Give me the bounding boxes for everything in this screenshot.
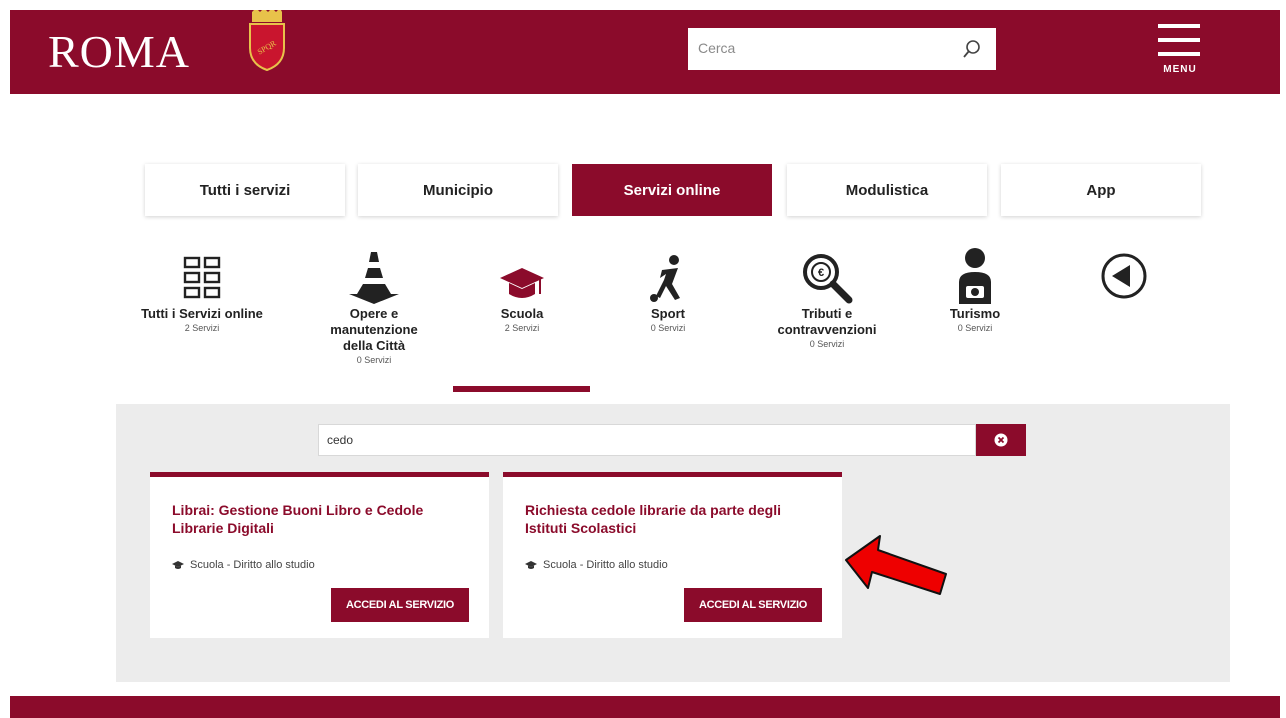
runner-icon [650, 255, 680, 302]
graduation-cap-icon [500, 268, 544, 298]
svg-text:€: € [818, 267, 824, 279]
category-count: 0 Servizi [356, 355, 392, 365]
site-footer [10, 696, 1280, 718]
selected-category-indicator [453, 386, 590, 392]
clear-filter-button[interactable] [976, 424, 1026, 456]
category-tributi[interactable]: € Tributi e contravvenzioni 0 Servizi [752, 246, 902, 349]
result-card: Librai: Gestione Buoni Libro e Cedole Li… [150, 472, 489, 638]
tab-servizi-online[interactable]: Servizi online [572, 164, 772, 216]
category-count: 0 Servizi [957, 323, 993, 333]
hamburger-icon [1158, 24, 1200, 28]
category-turismo[interactable]: Turismo 0 Servizi [905, 246, 1045, 333]
result-title[interactable]: Librai: Gestione Buoni Libro e Cedole Li… [172, 501, 472, 537]
category-label: Sport [651, 306, 685, 321]
accedi-al-servizio-button[interactable]: ACCEDI AL SERVIZIO [331, 588, 469, 622]
category-label: Tributi e contravvenzioni [777, 306, 877, 337]
category-tutti-servizi-online[interactable]: Tutti i Servizi online 2 Servizi [132, 246, 272, 333]
graduation-cap-icon [525, 560, 537, 569]
result-category: Scuola - Diritto allo studio [543, 559, 668, 571]
category-count: 0 Servizi [809, 339, 845, 349]
menu-button[interactable]: MENU [1158, 22, 1202, 78]
category-label: Scuola [500, 306, 544, 321]
filter-input[interactable] [319, 425, 975, 455]
category-label: Tutti i Servizi online [141, 306, 263, 321]
result-title[interactable]: Richiesta cedole librarie da parte degli… [525, 501, 825, 537]
graduation-cap-icon [172, 560, 184, 569]
tourist-camera-icon [959, 248, 991, 304]
category-label: Opere e manutenzione della Città [330, 306, 418, 353]
menu-label: MENU [1163, 64, 1197, 75]
category-scuola[interactable]: Scuola 2 Servizi [452, 246, 592, 333]
result-category: Scuola - Diritto allo studio [190, 559, 315, 571]
category-count: 2 Servizi [184, 323, 220, 333]
grid-icon [183, 256, 221, 299]
tab-tutti-i-servizi[interactable]: Tutti i servizi [145, 164, 345, 216]
search-box [688, 28, 996, 70]
category-count: 2 Servizi [504, 323, 540, 333]
site-logo[interactable]: ROMA [48, 24, 190, 80]
magnifier-coin-icon: € [803, 254, 853, 304]
result-card: Richiesta cedole librarie da parte degli… [503, 472, 842, 638]
back-arrow-icon[interactable] [1100, 252, 1148, 300]
tab-app[interactable]: App [1001, 164, 1201, 216]
category-sport[interactable]: Sport 0 Servizi [598, 246, 738, 333]
category-opere-manutenzione[interactable]: Opere e manutenzione della Città 0 Servi… [304, 246, 444, 365]
traffic-cone-icon [349, 252, 399, 304]
category-label: Turismo [949, 306, 1001, 321]
accedi-al-servizio-button[interactable]: ACCEDI AL SERVIZIO [684, 588, 822, 622]
search-input[interactable] [688, 28, 938, 68]
annotation-arrow-icon [845, 535, 947, 595]
category-count: 0 Servizi [650, 323, 686, 333]
filter-box [318, 424, 976, 456]
tab-municipio[interactable]: Municipio [358, 164, 558, 216]
search-icon[interactable] [962, 39, 982, 59]
tab-modulistica[interactable]: Modulistica [787, 164, 987, 216]
rome-crest-icon: SPQR [249, 10, 285, 72]
site-header: ROMA SPQR MENU [10, 10, 1280, 94]
close-circle-icon [994, 433, 1008, 447]
